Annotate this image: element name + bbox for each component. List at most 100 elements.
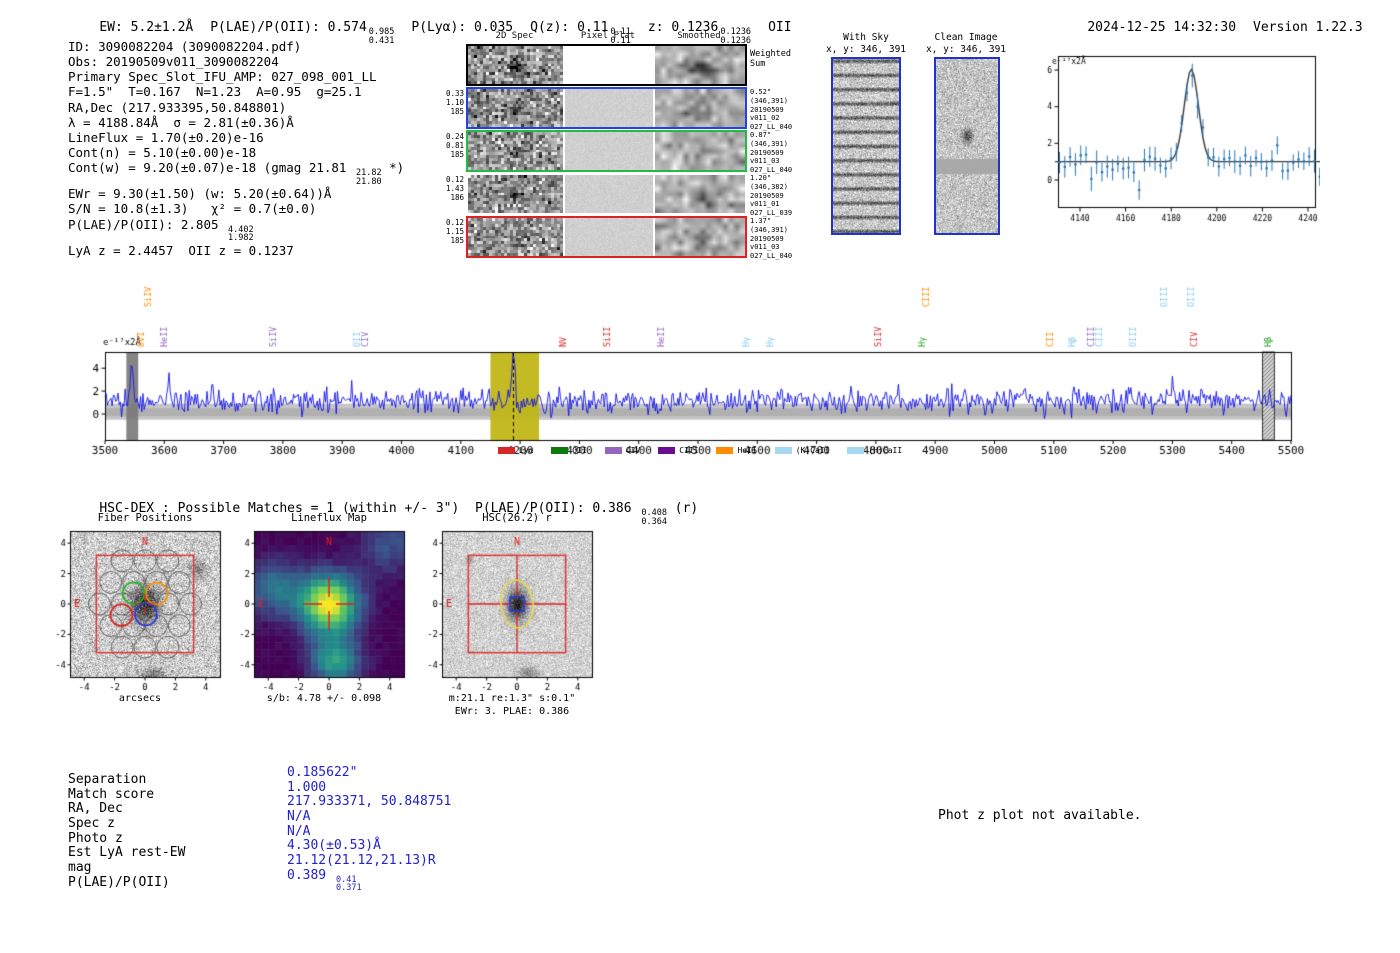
spec2d-col-header-pixelflat: Pixel Flat [580, 31, 636, 41]
spec2d-row-stats: 0.12 1.43 186 [445, 175, 464, 202]
hsc-caption-1: m:21.1 re:1.3" s:0.1" [448, 693, 576, 704]
spec2d-row-stats: 0.33 1.10 185 [445, 89, 464, 116]
spec2d-row [466, 87, 747, 129]
spec2d-row-meta: 0.52" (346,391) 20190509 v011_02 027_LL_040 [750, 88, 793, 132]
legend-label: CIII [679, 446, 699, 455]
clean-image-frame [934, 57, 1000, 235]
info-line: RA,Dec (217.933395,50.848801) [68, 99, 287, 115]
datetime-version: 2024-12-25 14:32:30 Version 1.22.3 [1056, 5, 1363, 50]
line-type-label: OII [768, 20, 792, 35]
spec2d-smoothed-image [655, 218, 745, 256]
line-fit-plot [1030, 48, 1320, 233]
spec2d-pixelflat-image [565, 89, 653, 127]
match-row-value: 1.000 [287, 779, 327, 795]
spec2d-2dspec-image [468, 89, 563, 127]
spectrum-line-legend: Lyα OII CIV CIII HeII (K)CaII (H)CaII [100, 446, 1300, 455]
elixer-detection-report: EW: 5.2±1.2Å P(LAE)/P(OII): 0.574 0.985 0.4… [0, 0, 1400, 953]
clean-coords: x, y: 346, 391 [925, 44, 1007, 55]
hsc-cutout-title: HSC(26.2) r [482, 512, 552, 524]
spec2d-row-meta: 1.37" (346,391) 20190509 v011_03 027_LL_040 [750, 217, 793, 261]
full-spectrum-plot [60, 263, 1340, 463]
legend-item: OII [551, 446, 587, 455]
withsky-coords: x, y: 346, 391 [825, 44, 907, 55]
info-line: Primary Spec_Slot_IFU_AMP: 027_098_001_L… [68, 69, 377, 85]
uncertainty-range: 21.82 21.80 [355, 168, 382, 187]
lineflux-caption: s/b: 4.78 +/- 0.098 [266, 693, 382, 704]
uncertainty-range: 0.41 0.371 [335, 874, 362, 894]
detection-info-block: ID: 3090082204 (3090082204.pdf) Obs: 2019… [68, 39, 404, 258]
match-row-value: N/A [287, 823, 311, 839]
clean-image [936, 59, 998, 233]
legend-swatch [551, 447, 569, 454]
info-line: Cont(w) = 9.20(±0.07)e-18 (gmag 21.81 21… [68, 160, 405, 187]
legend-item: CIV [604, 446, 641, 455]
legend-swatch [774, 447, 792, 454]
ew-value: EW: 5.2±1.2Å [99, 20, 194, 35]
clean-title: Clean Image [934, 32, 998, 43]
match-row-label: P(LAE)/P(OII) [68, 874, 170, 890]
spec2d-row-stats: 0.12 1.15 185 [445, 218, 464, 245]
match-row-label: mag [68, 859, 92, 875]
legend-swatch [604, 447, 622, 454]
legend-label: CIV [625, 446, 641, 455]
legend-item: CIII [658, 446, 698, 455]
match-row-value: N/A [287, 808, 311, 824]
withsky-title: With Sky [843, 32, 889, 43]
info-line: S/N = 10.8(±1.3) χ² = 0.7(±0.0) [68, 201, 317, 217]
hsc-dex-lo: 0.364 [641, 516, 667, 527]
hsc-dex-suffix: (r) [666, 501, 699, 516]
spec2d-2dspec-image [468, 218, 563, 256]
report-version: Version 1.22.3 [1253, 20, 1363, 35]
match-row-label: Est LyA rest-EW [68, 845, 186, 861]
match-table: Separation 0.185622" Match score 1.000 RA, D… [68, 765, 588, 900]
spec2d-smoothed-image [655, 175, 745, 213]
weighted-sum-label: Weighted Sum [750, 49, 791, 69]
info-line: λ = 4188.84Å σ = 2.81(±0.36)Å [68, 114, 294, 130]
withsky-image [833, 59, 899, 233]
legend-item: HeII [716, 446, 757, 455]
spec2d-col-header-2dspec: 2D Spec [495, 31, 534, 41]
info-line: EWr = 9.30(±1.50) (w: 5.20(±0.64))Å [68, 186, 332, 202]
match-row-label: Separation [68, 772, 147, 787]
fiber-xlabel: arcsecs [118, 693, 162, 704]
match-row-value: 4.30(±0.53)Å [287, 838, 381, 854]
match-row-value: 21.12(21.12,21.13)R [287, 852, 436, 868]
legend-label: HeII [737, 446, 757, 455]
hsc-cutout-plot [420, 524, 604, 692]
match-row-label: Photo z [68, 830, 123, 846]
spec2d-row-meta: 0.87" (346,391) 20190509 v011_03 027_LL_040 [750, 131, 793, 175]
info-line: F=1.5" T=0.167 N=1.23 A=0.95 g=25.1 [68, 84, 362, 100]
spec2d-pixelflat-image [565, 218, 653, 256]
spec2d-row [466, 130, 747, 172]
plae-poii-text: P(LAE)/P(OII): 0.574 [210, 20, 367, 35]
spec2d-row [466, 173, 747, 215]
spec2d-2dspec-image [468, 46, 563, 84]
lineflux-map-title: Lineflux Map [291, 512, 367, 524]
report-datetime: 2024-12-25 14:32:30 [1087, 20, 1237, 35]
match-row-value: 0.389 0.41 0.371 [287, 867, 362, 894]
spec2d-col-header-smoothed: Smoothed [677, 31, 721, 41]
spec2d-pixelflat-image [565, 175, 653, 213]
fiber-positions-title: Fiber Positions [97, 512, 193, 524]
info-line: P(LAE)/P(OII): 2.805 4.402 1.982 [68, 216, 254, 244]
legend-swatch [716, 447, 734, 454]
plae-poii-value: P(LAE)/P(OII): 0.574 0.985 0.431 [210, 20, 394, 45]
spec2d-2dspec-image [468, 175, 563, 213]
spec2d-row [466, 44, 747, 86]
lineflux-map-plot [232, 524, 416, 692]
legend-label: Lyα [518, 446, 534, 455]
uncertainty-range: 4.402 1.982 [228, 224, 254, 244]
legend-swatch [658, 447, 676, 454]
info-line: ID: 3090082204 (3090082204.pdf) [68, 39, 302, 54]
legend-label: (K)CaII [795, 446, 830, 455]
legend-label: OII [572, 446, 587, 455]
spec2d-2dspec-image [468, 132, 563, 170]
match-row-value: 217.933371, 50.848751 [287, 794, 452, 810]
match-row-label: Spec z [68, 815, 115, 831]
hsc-caption-2: EWr: 3. PLAE: 0.386 [454, 706, 570, 717]
match-row-label: Match score [68, 786, 155, 802]
spec2d-row-meta: 1.20" (346,382) 20190509 v011_01 027_LL_039 [750, 174, 793, 218]
spec2d-smoothed-image [655, 132, 745, 170]
info-line: LyA z = 2.4457 OII z = 0.1237 [68, 242, 294, 258]
fiber-positions-plot [48, 524, 232, 692]
